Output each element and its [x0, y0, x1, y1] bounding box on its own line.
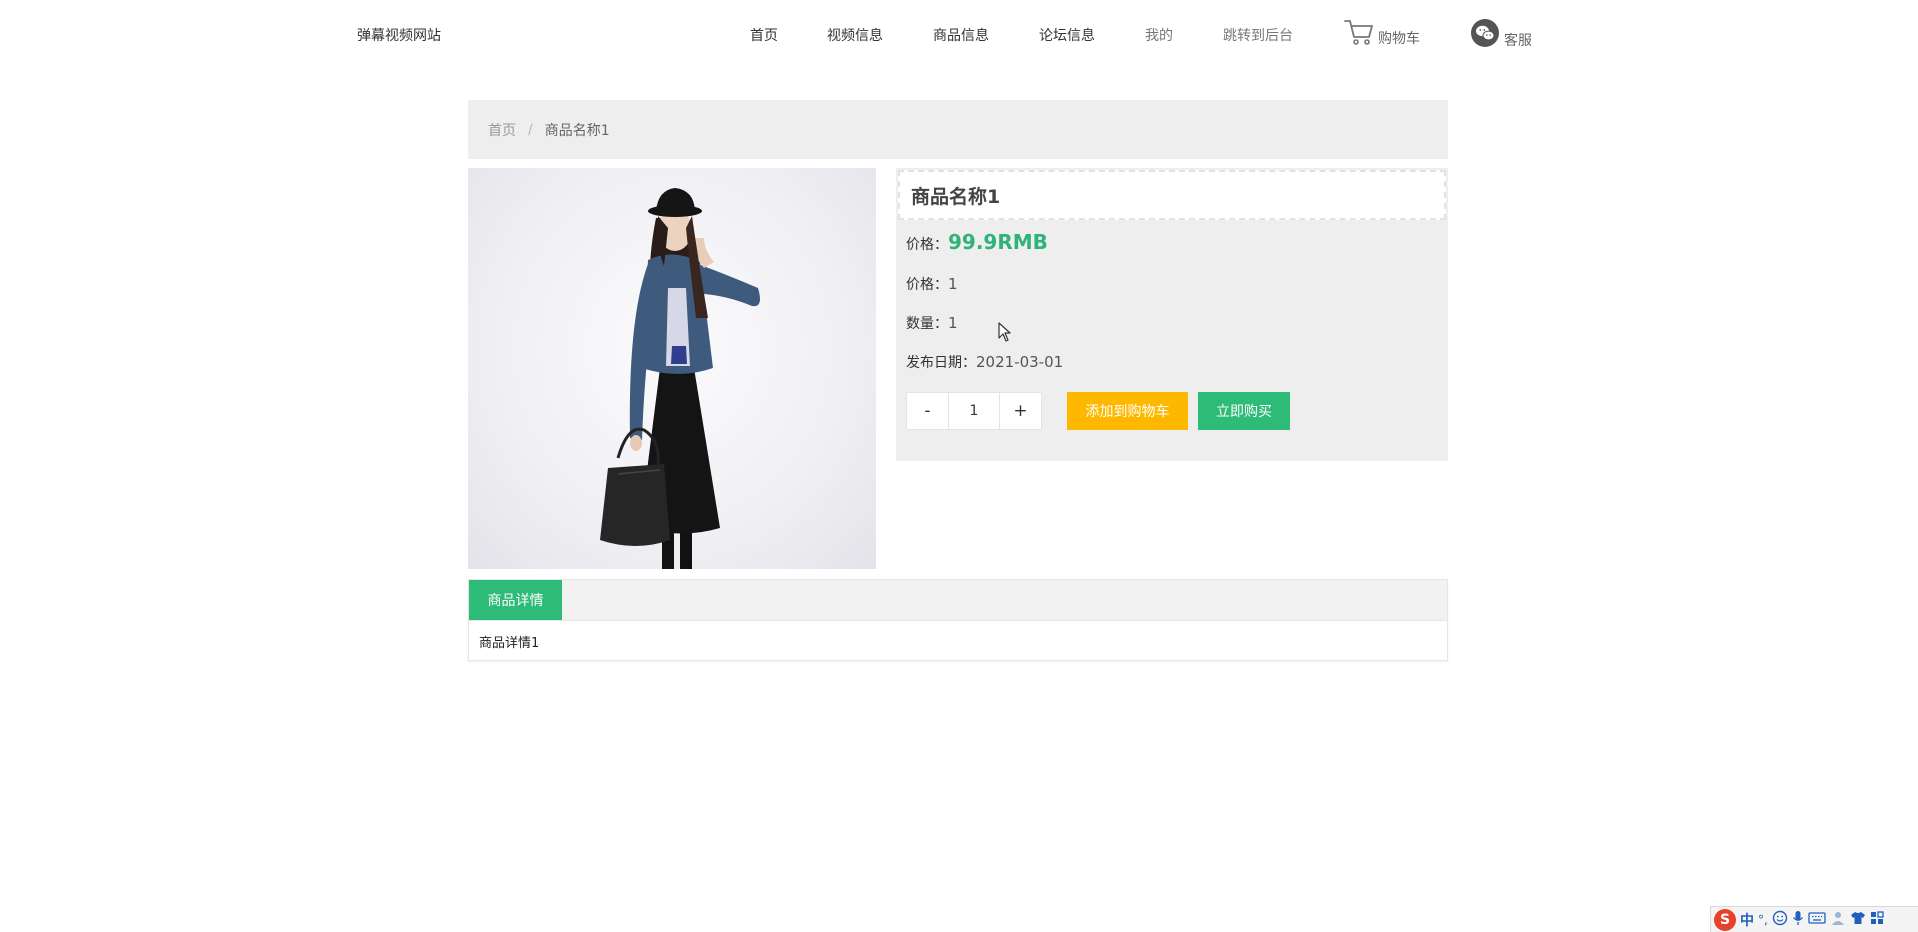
ime-language-toggle[interactable]: 中 — [1740, 910, 1754, 930]
nav-forum-info[interactable]: 论坛信息 — [1039, 25, 1095, 45]
grid-icon[interactable] — [1870, 910, 1884, 929]
date-value: 2021-03-01 — [976, 353, 1064, 371]
breadcrumb: 首页 / 商品名称1 — [468, 100, 1448, 159]
qty-input[interactable] — [949, 392, 999, 430]
buy-now-button[interactable]: 立即购买 — [1198, 392, 1290, 430]
date-label: 发布日期： — [906, 355, 976, 371]
quantity-row: 数量： 1 — [906, 313, 958, 333]
product-image — [468, 168, 876, 569]
nav-product-info[interactable]: 商品信息 — [933, 25, 989, 45]
add-to-cart-button[interactable]: 添加到购物车 — [1067, 392, 1188, 430]
qty-plus-button[interactable]: + — [999, 392, 1042, 430]
product-photo-illustration — [600, 188, 760, 569]
price2-row: 价格： 1 — [906, 274, 958, 294]
price-row: 价格： 99.9RMB — [906, 230, 1048, 254]
price-label: 价格： — [906, 237, 948, 253]
smiley-icon[interactable] — [1772, 910, 1788, 930]
site-title[interactable]: 弹幕视频网站 — [357, 25, 441, 45]
detail-content: 商品详情1 — [479, 636, 540, 651]
date-row: 发布日期： 2021-03-01 — [906, 352, 1063, 372]
top-navbar: 弹幕视频网站 首页 视频信息 商品信息 论坛信息 我的 跳转到后台 购物车 客服 — [0, 0, 1918, 72]
quantity-value: 1 — [948, 314, 958, 332]
breadcrumb-separator: / — [528, 121, 533, 138]
price2-label: 价格： — [906, 277, 948, 293]
wechat-icon — [1470, 18, 1500, 52]
ime-toolbar: S 中 °, — [1710, 906, 1918, 932]
nav-home[interactable]: 首页 — [750, 25, 778, 45]
detail-tab-bar: 商品详情 — [469, 580, 1447, 621]
quantity-label: 数量： — [906, 316, 948, 332]
mic-icon[interactable] — [1792, 910, 1804, 930]
quantity-stepper: - + — [906, 392, 1042, 430]
nav-admin[interactable]: 跳转到后台 — [1223, 25, 1293, 45]
nav-service-label: 客服 — [1504, 33, 1532, 49]
breadcrumb-home[interactable]: 首页 — [488, 120, 516, 140]
tab-product-detail[interactable]: 商品详情 — [469, 580, 562, 620]
nav-cart[interactable]: 购物车 — [1344, 18, 1420, 50]
product-name: 商品名称1 — [898, 170, 1446, 220]
keyboard-icon[interactable] — [1808, 910, 1826, 929]
nav-video-info[interactable]: 视频信息 — [827, 25, 883, 45]
price2-value: 1 — [948, 275, 958, 293]
product-detail-section: 商品详情 商品详情1 — [468, 579, 1448, 661]
person-icon[interactable] — [1830, 910, 1846, 930]
ime-punctuation-toggle[interactable]: °, — [1758, 913, 1768, 927]
shirt-icon[interactable] — [1850, 910, 1866, 930]
ime-logo[interactable]: S — [1714, 908, 1736, 931]
qty-minus-button[interactable]: - — [906, 392, 949, 430]
nav-mine[interactable]: 我的 — [1145, 25, 1173, 45]
price-value: 99.9RMB — [948, 230, 1048, 254]
cursor-icon — [998, 322, 1012, 346]
cart-icon — [1344, 18, 1374, 50]
breadcrumb-current: 商品名称1 — [544, 122, 610, 139]
nav-cart-label: 购物车 — [1378, 31, 1420, 47]
product-info-panel: 商品名称1 价格： 99.9RMB 价格： 1 数量： 1 发布日期： 2021… — [896, 168, 1448, 461]
nav-service[interactable]: 客服 — [1470, 18, 1532, 52]
